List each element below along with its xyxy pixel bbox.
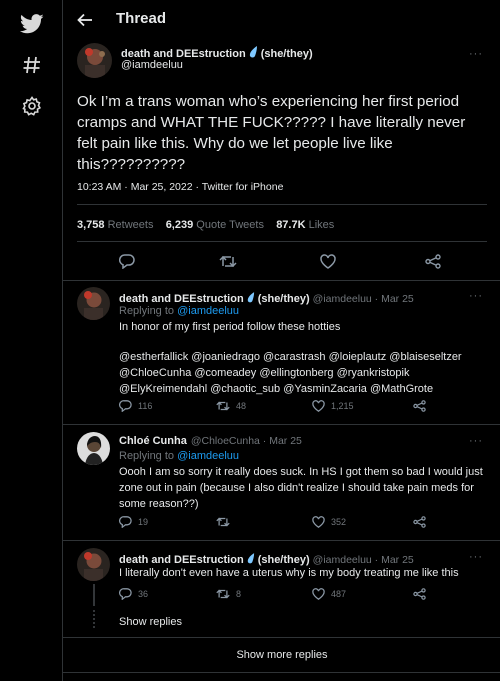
reply-icon[interactable]: 36	[119, 588, 148, 600]
reply-actions: 19 352	[119, 516, 489, 534]
like-heart-icon[interactable]: 352	[312, 516, 346, 528]
handle-date[interactable]: @iamdeeluu · Mar 25	[313, 293, 414, 305]
page-title: Thread	[116, 10, 167, 27]
reply-count: 36	[138, 589, 149, 599]
like-heart-icon[interactable]: 487	[312, 588, 346, 600]
thread-connector-line	[93, 584, 95, 606]
replying-to: Replying to @iamdeeluu	[119, 303, 239, 319]
avatar[interactable]	[77, 43, 112, 78]
thread-column: Thread death and DEEstruction (she/they)…	[62, 0, 500, 681]
mention-list[interactable]: @estherfallick @joaniedrago @carastrash …	[119, 349, 489, 397]
retweet-icon[interactable]: 8	[216, 588, 241, 600]
droplet-emoji-icon	[247, 290, 255, 308]
reply-icon[interactable]: 19	[119, 516, 148, 528]
reply-icon[interactable]: 116	[119, 400, 152, 412]
share-icon[interactable]	[413, 400, 426, 412]
back-arrow-icon[interactable]	[73, 8, 97, 32]
retweet-count: 8	[236, 589, 242, 599]
reply-count: 116	[138, 401, 153, 411]
like-count: 487	[331, 589, 347, 599]
divider	[63, 637, 500, 638]
like-heart-icon[interactable]	[320, 254, 336, 269]
reply-icon[interactable]	[119, 254, 135, 269]
author-pronouns: (she/they)	[260, 48, 313, 60]
replying-handle-link[interactable]: @iamdeeluu	[177, 450, 239, 462]
divider	[77, 204, 487, 205]
quote-label[interactable]: Quote Tweets	[196, 219, 264, 231]
retweet-icon[interactable]	[216, 516, 236, 528]
tweet-text: Ok I’m a trans woman who’s experiencing …	[77, 93, 466, 173]
more-options-icon[interactable]: ···	[469, 551, 487, 563]
retweet-count: 48	[236, 401, 247, 411]
divider	[63, 280, 500, 281]
main-tweet-actions	[63, 254, 500, 272]
avatar[interactable]	[77, 548, 110, 581]
reply-actions: 36 8 487	[119, 588, 489, 606]
droplet-emoji-icon	[249, 45, 258, 63]
divider	[63, 424, 500, 425]
handle-date[interactable]: @ChloeCunha · Mar 25	[191, 435, 302, 447]
thread-header: Thread	[63, 0, 500, 40]
author-pronouns: (she/they)	[257, 293, 310, 305]
avatar[interactable]	[77, 432, 110, 465]
left-nav-rail	[0, 0, 62, 681]
reply-text: In honor of my first period follow these…	[119, 321, 341, 333]
retweet-label[interactable]: Retweets	[108, 219, 154, 231]
more-options-icon[interactable]: ···	[469, 48, 487, 60]
reply-actions: 116 48 1,215	[119, 400, 489, 418]
avatar[interactable]	[77, 287, 110, 320]
replying-prefix: Replying to	[119, 305, 175, 317]
more-options-icon[interactable]: ···	[469, 290, 487, 302]
engagement-stats: 3,758 Retweets 6,239 Quote Tweets 87.7K …	[77, 217, 334, 233]
like-count: 1,215	[331, 401, 354, 411]
explore-hashtag-icon[interactable]	[18, 51, 46, 79]
retweet-icon[interactable]	[219, 254, 237, 269]
tweet-timestamp[interactable]: 10:23 AM · Mar 25, 2022 · Twitter for iP…	[77, 179, 283, 195]
replying-handle-link[interactable]: @iamdeeluu	[177, 305, 239, 317]
like-label[interactable]: Likes	[309, 219, 335, 231]
share-icon[interactable]	[413, 588, 426, 600]
retweet-icon[interactable]: 48	[216, 400, 246, 412]
reply-text: I literally don't even have a uterus why…	[119, 567, 459, 579]
show-replies-link[interactable]: Show replies	[119, 614, 182, 630]
like-count: 352	[331, 517, 347, 527]
divider	[77, 241, 487, 242]
thread-connector-dots	[93, 610, 95, 628]
author-handle[interactable]: @iamdeeluu	[121, 57, 183, 73]
share-icon[interactable]	[413, 516, 426, 528]
author-name[interactable]: Chloé Cunha	[119, 435, 187, 447]
divider	[63, 672, 500, 673]
reply-count: 19	[138, 517, 149, 527]
like-heart-icon[interactable]: 1,215	[312, 400, 354, 412]
replying-prefix: Replying to	[119, 450, 175, 462]
retweet-count[interactable]: 3,758	[77, 219, 105, 231]
like-count[interactable]: 87.7K	[276, 219, 305, 231]
divider	[63, 540, 500, 541]
settings-gear-icon[interactable]	[18, 92, 46, 120]
replying-to: Replying to @iamdeeluu	[119, 448, 239, 464]
show-more-replies-link[interactable]: Show more replies	[63, 647, 500, 663]
reply-author-row: Chloé Cunha @ChloeCunha · Mar 25	[119, 435, 489, 447]
more-options-icon[interactable]: ···	[469, 435, 487, 447]
share-icon[interactable]	[425, 254, 441, 269]
quote-count[interactable]: 6,239	[166, 219, 194, 231]
twitter-logo-icon[interactable]	[18, 10, 46, 38]
reply-text: Oooh I am so sorry it really does suck. …	[119, 466, 483, 510]
